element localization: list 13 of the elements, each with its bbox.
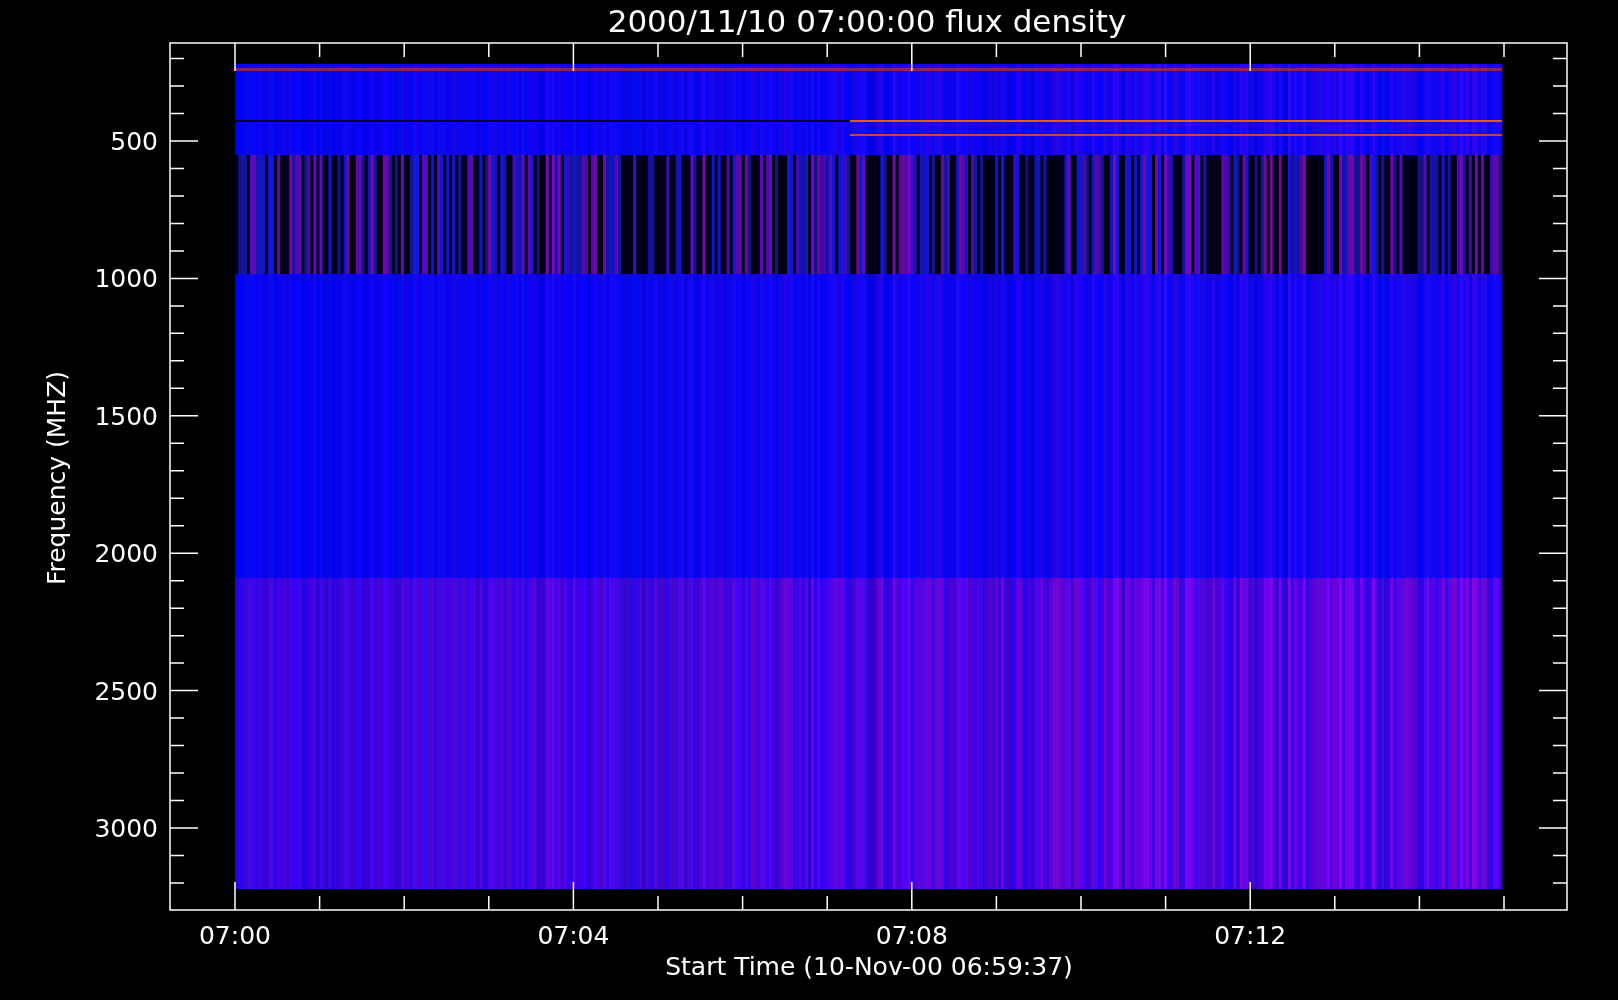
x-tick-label: 07:08 bbox=[875, 921, 948, 950]
y-tick-label: 500 bbox=[110, 127, 158, 156]
x-axis-label: Start Time (10-Nov-00 06:59:37) bbox=[665, 952, 1073, 981]
plot-title: 2000/11/10 07:00:00 flux density bbox=[607, 3, 1127, 39]
y-tick-label: 3000 bbox=[94, 814, 158, 843]
x-tick-label: 07:04 bbox=[537, 921, 610, 950]
y-tick-label: 1500 bbox=[94, 401, 158, 431]
y-tick-label: 1000 bbox=[94, 264, 158, 294]
y-tick-label: 2000 bbox=[94, 539, 158, 569]
x-tick-label: 07:12 bbox=[1214, 921, 1287, 950]
x-tick-label: 07:00 bbox=[199, 921, 271, 950]
y-tick-label: 2500 bbox=[94, 676, 158, 706]
y-axis-label: Frequency (MHZ) bbox=[42, 370, 71, 586]
